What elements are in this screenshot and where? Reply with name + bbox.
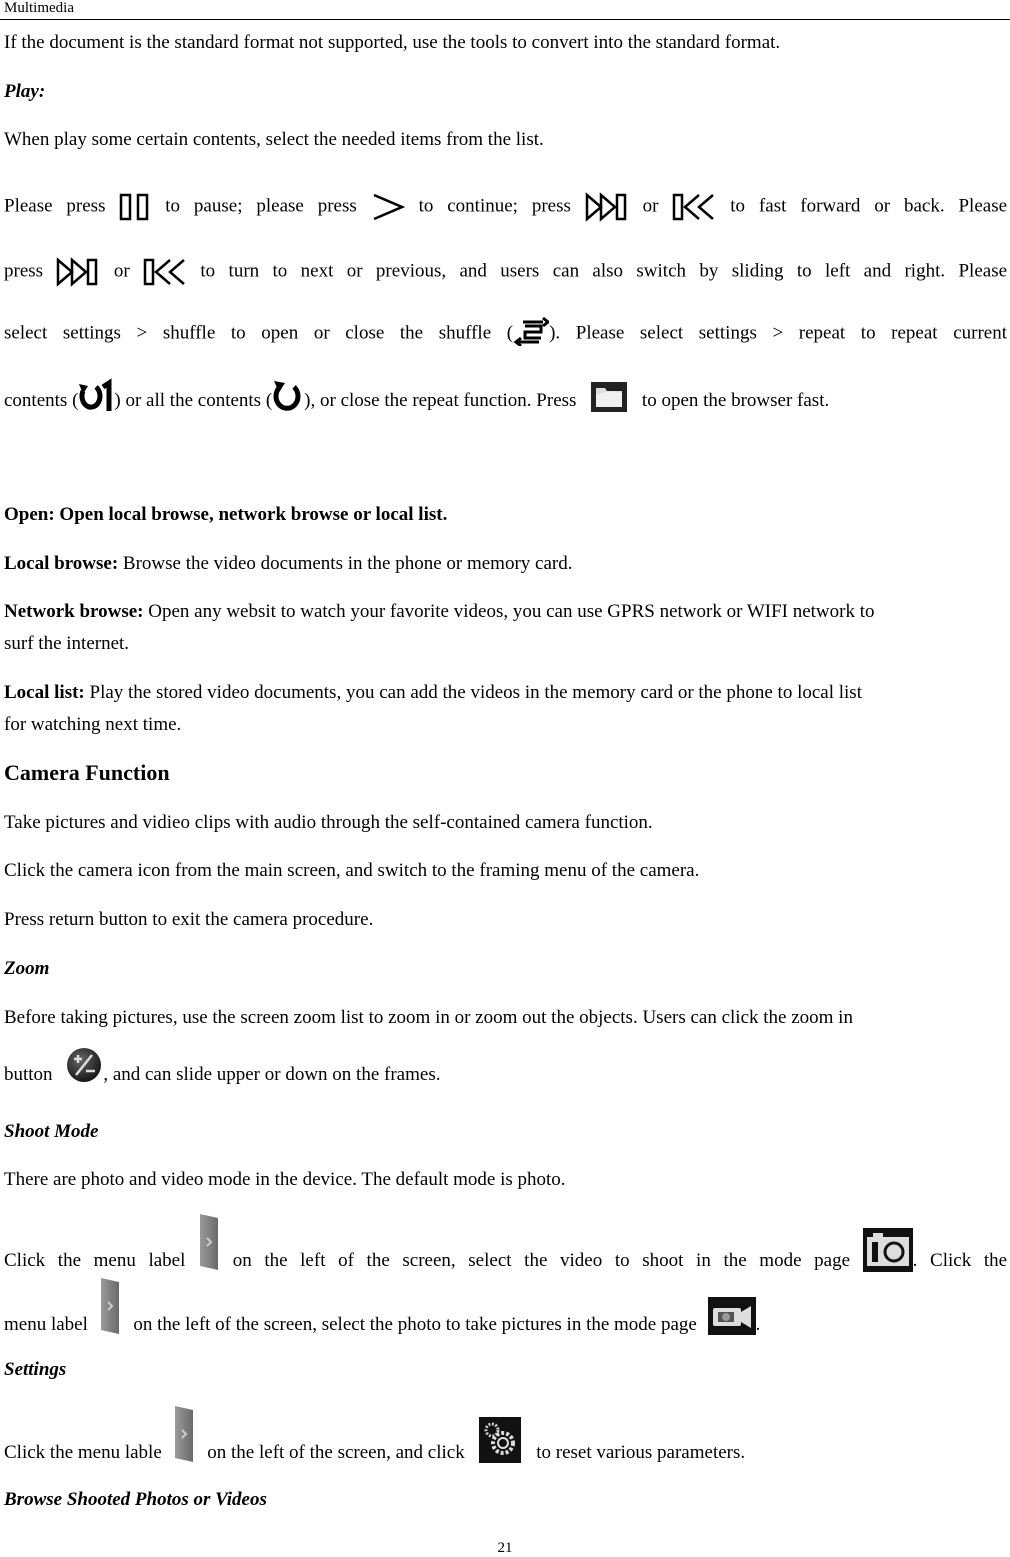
- shuffle-icon: [513, 314, 551, 348]
- text: press: [4, 260, 44, 282]
- fast-forward-icon: [585, 192, 629, 222]
- text: Click the menu label: [4, 1250, 186, 1271]
- play-line-1: When play some certain contents, select …: [4, 129, 544, 150]
- local-browse-paragraph: Local browse: Browse the video documents…: [4, 553, 572, 575]
- page-number: 21: [497, 1540, 513, 1556]
- text: on the left of the screen, select the vi…: [232, 1250, 851, 1271]
- intro-paragraph: If the document is the standard format n…: [4, 32, 781, 53]
- play-line-4: select settings > shuffle to open or clo…: [4, 316, 1007, 348]
- menu-label-tab-icon[interactable]: [99, 1277, 121, 1334]
- open-heading: Open: Open local browse, network browse …: [4, 504, 448, 525]
- text: or: [113, 260, 130, 282]
- text: ). Please select settings > repeat to re…: [549, 322, 1007, 344]
- text: ), or close the repeat function. Press: [304, 390, 577, 411]
- text: to continue; press: [418, 195, 571, 217]
- zoom-line-2: button , and can slide upper or down on …: [4, 1047, 441, 1086]
- text: select settings > shuffle to open or clo…: [4, 322, 514, 344]
- rewind-icon: [672, 192, 716, 222]
- text: Play the stored video documents, you can…: [84, 682, 862, 703]
- play-line-5: contents ( ) or all the contents ( ), or…: [4, 377, 830, 413]
- next-icon: [56, 257, 100, 287]
- folder-browser-icon[interactable]: [591, 381, 628, 412]
- text: button: [4, 1064, 53, 1085]
- text: on the left of the screen, select the ph…: [133, 1314, 697, 1335]
- text: to open the browser fast.: [641, 390, 830, 411]
- text: to turn to next or previous, and users c…: [200, 260, 1008, 282]
- local-list-paragraph-cont: for watching next time.: [4, 714, 182, 735]
- text: Open any websit to watch your favorite v…: [143, 601, 875, 622]
- text: .: [755, 1314, 761, 1335]
- menu-label-tab-icon[interactable]: [173, 1405, 195, 1462]
- text: Please press: [4, 195, 106, 217]
- shoot-mode-heading: Shoot Mode: [4, 1121, 99, 1142]
- text: to pause; please press: [165, 195, 357, 217]
- camera-paragraph-3: Press return button to exit the camera p…: [4, 909, 374, 930]
- text: ) or all the contents (: [114, 390, 273, 411]
- shoot-mode-line-3: menu label on the left of the screen, se…: [4, 1277, 761, 1336]
- network-browse-paragraph: Network browse: Open any websit to watch…: [4, 601, 875, 623]
- play-heading: Play:: [4, 81, 46, 102]
- text: on the left of the screen, and click: [207, 1442, 465, 1463]
- text: Browse the video documents in the phone …: [118, 553, 573, 574]
- local-browse-label: Local browse:: [4, 553, 119, 574]
- text: . Click the: [912, 1250, 1008, 1271]
- zoom-in-out-icon[interactable]: [65, 1046, 103, 1084]
- text: to fast forward or back. Please: [730, 195, 1008, 217]
- pause-icon: [119, 192, 151, 222]
- shoot-mode-line-2: Click the menu label on the left of the …: [4, 1213, 1008, 1272]
- shoot-mode-paragraph-1: There are photo and video mode in the de…: [4, 1169, 566, 1190]
- video-mode-camcorder-icon[interactable]: [707, 1296, 756, 1335]
- network-browse-label: Network browse:: [4, 601, 144, 622]
- network-browse-paragraph-cont: surf the internet.: [4, 633, 130, 654]
- text: , and can slide upper or down on the fra…: [103, 1064, 441, 1085]
- text: Click the menu lable: [4, 1442, 162, 1463]
- previous-icon: [143, 257, 187, 287]
- repeat-all-icon: [272, 377, 304, 413]
- local-list-paragraph: Local list: Play the stored video docume…: [4, 682, 862, 704]
- play-icon: [371, 192, 405, 222]
- text: menu label: [4, 1314, 88, 1335]
- text: contents (: [4, 390, 79, 411]
- menu-label-tab-icon[interactable]: [198, 1213, 220, 1270]
- settings-line-1: Click the menu lable on the left of the …: [4, 1405, 746, 1464]
- settings-heading: Settings: [4, 1359, 67, 1380]
- text: or: [642, 195, 659, 217]
- local-list-label: Local list:: [4, 682, 85, 703]
- repeat-one-icon: [78, 377, 114, 413]
- zoom-line-1: Before taking pictures, use the screen z…: [4, 1007, 853, 1028]
- camera-paragraph-1: Take pictures and vidieo clips with audi…: [4, 812, 653, 833]
- camera-heading: Camera Function: [4, 760, 170, 785]
- browse-heading: Browse Shooted Photos or Videos: [4, 1489, 267, 1510]
- header-rule: [0, 19, 1010, 20]
- running-header: Multimedia: [4, 0, 74, 16]
- play-line-2: Please press to pause; please press to c…: [4, 192, 1007, 222]
- play-line-3: press or to turn to next or previous, an…: [4, 257, 1007, 287]
- text: to reset various parameters.: [536, 1442, 746, 1463]
- camera-paragraph-2: Click the camera icon from the main scre…: [4, 860, 700, 881]
- zoom-heading: Zoom: [4, 958, 50, 979]
- photo-mode-camera-icon[interactable]: [862, 1227, 913, 1272]
- settings-gear-icon[interactable]: [479, 1416, 522, 1463]
